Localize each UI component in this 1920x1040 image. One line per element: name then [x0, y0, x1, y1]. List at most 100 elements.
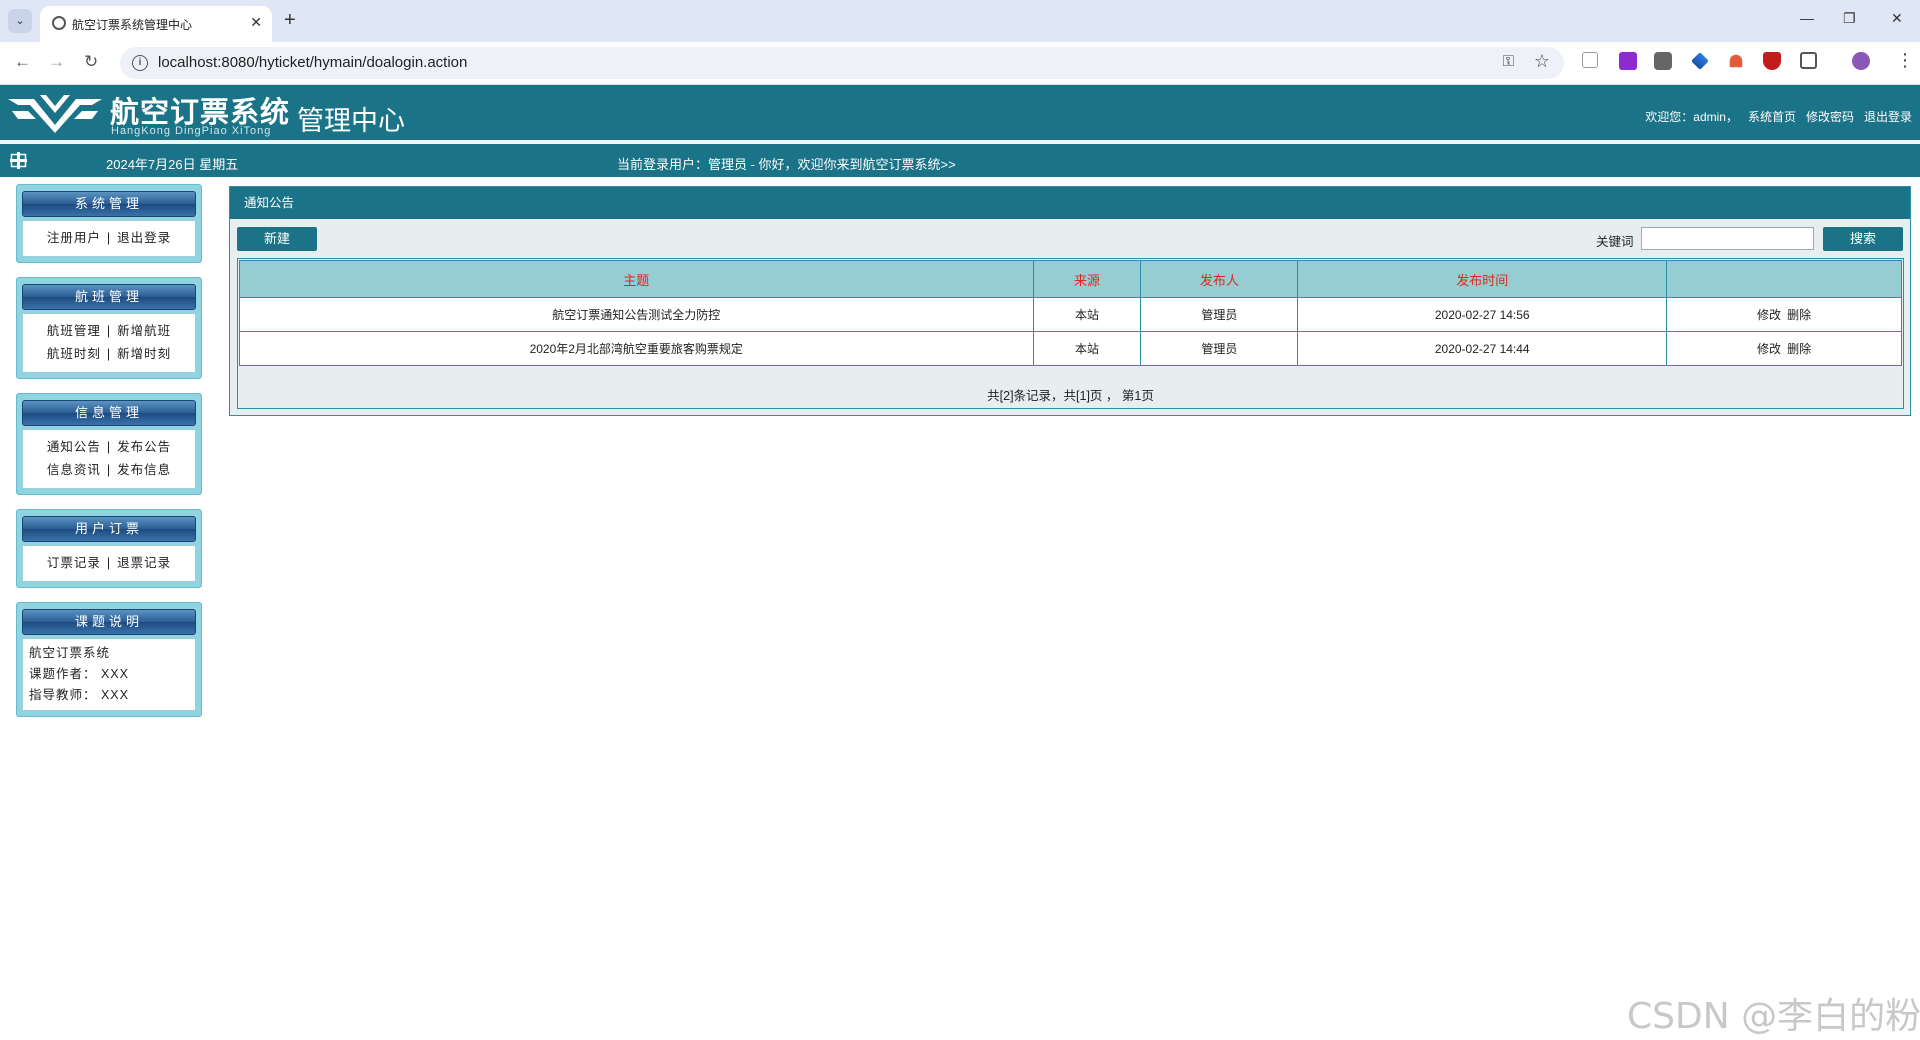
sidebar-title: 航班管理 — [22, 284, 196, 310]
site-info-icon[interactable]: i — [132, 55, 148, 71]
sidebar-title: 系统管理 — [22, 191, 196, 217]
search-button[interactable]: 搜索 — [1823, 227, 1903, 251]
sidebar-item-add-flight[interactable]: 新增航班 — [117, 324, 171, 338]
welcome-text: 欢迎您：admin， — [1645, 110, 1738, 124]
table-header-row: 主题 来源 发布人 发布时间 — [239, 260, 1902, 298]
notice-table: 主题 来源 发布人 发布时间 航空订票通知公告测试全力防控 本站 管理员 202… — [239, 260, 1902, 366]
logout-link[interactable]: 退出登录 — [1864, 110, 1912, 124]
sidebar-section-booking: 用户订票 订票记录 | 退票记录 — [16, 509, 202, 588]
sidebar-row: 订票记录 | 退票记录 — [23, 552, 195, 575]
browser-tab-bar: ⌄ 航空订票系统管理中心 ✕ + — ❐ ✕ — [0, 0, 1920, 42]
watermark: CSDN @李白的粉 — [1627, 996, 1920, 1037]
sidebar-body: 航班管理 | 新增航班 航班时刻 | 新增时刻 — [22, 313, 196, 373]
column-header-source: 来源 — [1032, 260, 1142, 298]
sidebar-section-system: 系统管理 注册用户 | 退出登录 — [16, 184, 202, 263]
back-button[interactable]: ← — [14, 52, 31, 72]
project-note-body: 航空订票系统 课题作者： XXX 指导教师： XXX — [22, 638, 196, 711]
cell-subject: 2020年2月北部湾航空重要旅客购票规定 — [239, 331, 1034, 366]
edit-link[interactable]: 修改 — [1757, 342, 1781, 356]
table-row: 航空订票通知公告测试全力防控 本站 管理员 2020-02-27 14:56 修… — [239, 297, 1902, 332]
cell-actions: 修改 删除 — [1666, 331, 1902, 366]
cell-publisher: 管理员 — [1140, 331, 1299, 366]
column-header-publisher: 发布人 — [1140, 260, 1299, 298]
delete-link[interactable]: 删除 — [1787, 342, 1811, 356]
grid-icon[interactable] — [10, 152, 27, 169]
new-button[interactable]: 新建 — [237, 227, 317, 251]
new-tab-button[interactable]: + — [284, 9, 296, 32]
omnibox[interactable]: i localhost:8080/hyticket/hymain/doalogi… — [120, 47, 1564, 79]
cursor-icon[interactable] — [1582, 52, 1598, 68]
sidebar-title: 用户订票 — [22, 516, 196, 542]
sidebar-separator: | — [106, 231, 112, 245]
sidebar-section-flight: 航班管理 航班管理 | 新增航班 航班时刻 | 新增时刻 — [16, 277, 202, 379]
sidebar: 系统管理 注册用户 | 退出登录 航班管理 航班管理 | 新增航班 航班时刻 | 新增时刻 … — [16, 184, 202, 731]
panel-title: 通知公告 — [230, 187, 1910, 219]
delete-link[interactable]: 删除 — [1787, 308, 1811, 322]
sidebar-separator: | — [106, 347, 112, 361]
browser-tab[interactable]: 航空订票系统管理中心 ✕ — [40, 6, 272, 42]
sidebar-item-publish-notice[interactable]: 发布公告 — [117, 440, 171, 454]
sidebar-row: 航班管理 | 新增航班 — [23, 320, 195, 343]
cell-actions: 修改 删除 — [1666, 297, 1902, 332]
keyword-label: 关键词 — [1596, 235, 1634, 249]
notice-panel: 通知公告 新建 关键词 搜索 主题 来源 发布人 发布时间 航空订票通知公告测试… — [229, 186, 1911, 416]
sidebar-item-refund-records[interactable]: 退票记录 — [117, 556, 171, 570]
cell-source: 本站 — [1032, 331, 1142, 366]
column-header-actions — [1666, 260, 1902, 298]
password-key-icon[interactable]: ⚿ — [1503, 53, 1514, 70]
note-line: 课题作者： XXX — [29, 667, 129, 681]
sidebar-item-register-user[interactable]: 注册用户 — [47, 231, 101, 245]
info-bar: 2024年7月26日 星期五 当前登录用户：管理员 - 你好，欢迎你来到航空订票… — [0, 144, 1920, 177]
sidebar-item-logout[interactable]: 退出登录 — [117, 231, 171, 245]
cell-subject: 航空订票通知公告测试全力防控 — [239, 297, 1034, 332]
tree-icon[interactable] — [1729, 54, 1743, 68]
sidebar-item-news[interactable]: 信息资讯 — [47, 463, 101, 477]
logo-center-title: 管理中心 — [297, 106, 405, 136]
purple-ext-icon[interactable] — [1619, 52, 1637, 70]
cell-time: 2020-02-27 14:44 — [1297, 331, 1668, 366]
column-header-subject: 主题 — [239, 260, 1034, 298]
sidebar-title: 信息管理 — [22, 400, 196, 426]
edit-link[interactable]: 修改 — [1757, 308, 1781, 322]
note-line: 航空订票系统 — [29, 646, 111, 660]
browser-menu-icon[interactable]: ⋮ — [1896, 50, 1914, 71]
keyword-input[interactable] — [1641, 227, 1814, 250]
sidebar-title: 课题说明 — [22, 609, 196, 635]
tab-close-icon[interactable]: ✕ — [250, 14, 262, 31]
current-date: 2024年7月26日 星期五 — [106, 157, 239, 172]
minimize-button[interactable]: — — [1800, 10, 1814, 26]
sidebar-item-notices[interactable]: 通知公告 — [47, 440, 101, 454]
change-password-link[interactable]: 修改密码 — [1806, 110, 1854, 124]
header-links: 欢迎您：admin， 系统首页 修改密码 退出登录 — [1645, 108, 1912, 125]
sidebar-item-add-schedule[interactable]: 新增时刻 — [117, 347, 171, 361]
cell-publisher: 管理员 — [1140, 297, 1299, 332]
url-text[interactable]: localhost:8080/hyticket/hymain/doalogin.… — [158, 54, 467, 71]
home-link[interactable]: 系统首页 — [1748, 110, 1796, 124]
table-row: 2020年2月北部湾航空重要旅客购票规定 本站 管理员 2020-02-27 1… — [239, 331, 1902, 366]
sidebar-item-publish-news[interactable]: 发布信息 — [117, 463, 171, 477]
puzzle-icon[interactable] — [1800, 52, 1817, 69]
sidebar-row: 通知公告 | 发布公告 — [23, 436, 195, 459]
sidebar-item-flight-schedule[interactable]: 航班时刻 — [47, 347, 101, 361]
sidebar-item-booking-records[interactable]: 订票记录 — [47, 556, 101, 570]
sidebar-row: 注册用户 | 退出登录 — [23, 227, 195, 250]
note-line: 指导教师： XXX — [29, 688, 129, 702]
sidebar-section-info: 信息管理 通知公告 | 发布公告 信息资讯 | 发布信息 — [16, 393, 202, 495]
sidebar-item-flight-manage[interactable]: 航班管理 — [47, 324, 101, 338]
forward-button[interactable]: → — [48, 52, 65, 72]
bookmark-star-icon[interactable]: ☆ — [1534, 51, 1550, 72]
restore-button[interactable]: ❐ — [1843, 10, 1856, 27]
sidebar-section-project-note: 课题说明 航空订票系统 课题作者： XXX 指导教师： XXX — [16, 602, 202, 717]
glasses-icon[interactable] — [1654, 52, 1672, 70]
window-close-button[interactable]: ✕ — [1891, 10, 1903, 27]
sidebar-row: 航班时刻 | 新增时刻 — [23, 343, 195, 366]
profile-icon[interactable] — [1852, 52, 1870, 70]
sidebar-row: 信息资讯 | 发布信息 — [23, 459, 195, 482]
cell-time: 2020-02-27 14:56 — [1297, 297, 1668, 332]
globe-icon — [52, 16, 66, 30]
reload-button[interactable]: ↻ — [84, 52, 98, 72]
sidebar-body: 订票记录 | 退票记录 — [22, 545, 196, 582]
tab-title: 航空订票系统管理中心 — [72, 18, 193, 32]
shield-icon[interactable] — [1763, 52, 1781, 70]
tab-list-button[interactable]: ⌄ — [8, 9, 32, 33]
